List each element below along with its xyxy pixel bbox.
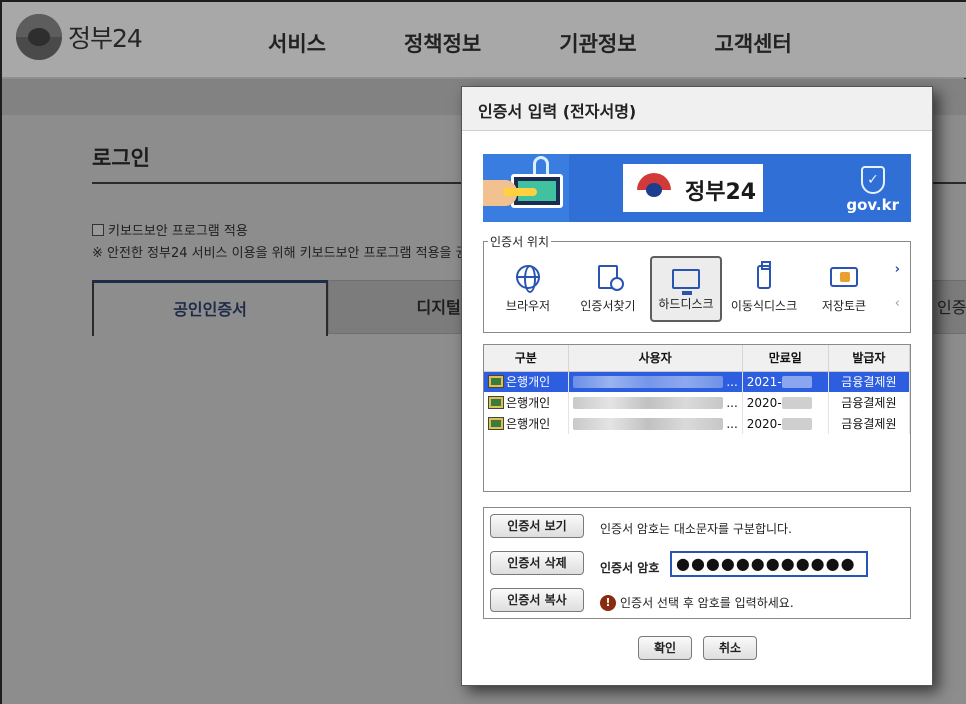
certificate-location-group: 인증서 위치 브라우저 인증서찾기 하드디스크 이동식디스크 저장토큰 › ‹ xyxy=(483,233,911,333)
next-arrow-icon[interactable]: › xyxy=(895,262,900,277)
redacted-user xyxy=(572,418,723,430)
banner-logo-text: 정부24 xyxy=(679,172,763,208)
password-warning: ! 인증서 선택 후 암호를 입력하세요. xyxy=(600,594,794,611)
nav-item-services[interactable]: 서비스 xyxy=(268,28,326,58)
ok-button[interactable]: 확인 xyxy=(638,636,692,660)
site-logo[interactable]: 정부24 xyxy=(16,14,143,60)
table-row[interactable]: 은행개인 ... 2021- 금융결제원 xyxy=(484,371,910,392)
location-legend: 인증서 위치 xyxy=(488,233,552,250)
redacted-date xyxy=(781,397,812,409)
location-label: 하드디스크 xyxy=(658,297,714,311)
location-label: 인증서찾기 xyxy=(580,299,636,313)
globe-icon xyxy=(516,265,540,293)
token-icon xyxy=(830,267,858,287)
location-hard-disk[interactable]: 하드디스크 xyxy=(650,256,722,322)
column-header-user[interactable]: 사용자 xyxy=(568,345,743,372)
redacted-user xyxy=(572,397,723,409)
checkbox-label: 키보드보안 프로그램 적용 xyxy=(108,224,248,239)
keyboard-security-checkbox[interactable]: 키보드보안 프로그램 적용 xyxy=(92,220,248,239)
taegeuk-icon xyxy=(637,173,671,207)
checkbox-box[interactable] xyxy=(92,223,104,236)
tab-other-auth[interactable]: 인증 xyxy=(930,280,966,334)
logo-text: 정부24 xyxy=(68,24,143,53)
location-label: 이동식디스크 xyxy=(730,299,798,313)
usb-icon xyxy=(757,261,771,289)
key-icon xyxy=(503,188,537,196)
shield-check-icon: ✓ xyxy=(861,166,885,194)
prev-arrow-icon[interactable]: ‹ xyxy=(895,296,900,311)
cert-search-icon xyxy=(598,265,624,291)
page-title: 로그인 xyxy=(92,146,150,170)
nav-item-support[interactable]: 고객센터 xyxy=(715,28,792,58)
gov24-banner: 정부24 ✓ gov.kr xyxy=(483,154,911,222)
lock-icon xyxy=(533,156,549,176)
location-security-token[interactable]: 저장토큰 xyxy=(806,256,882,322)
cancel-button[interactable]: 취소 xyxy=(703,636,757,660)
warning-text: 인증서 선택 후 암호를 입력하세요. xyxy=(620,596,794,610)
tab-certificate[interactable]: 공인인증서 xyxy=(92,280,328,336)
location-find-certificate[interactable]: 인증서찾기 xyxy=(570,256,646,322)
certificate-icon xyxy=(488,417,504,430)
column-header-type[interactable]: 구분 xyxy=(484,345,569,372)
redacted-date xyxy=(781,418,812,430)
copy-certificate-button[interactable]: 인증서 복사 xyxy=(490,588,584,612)
location-list: 브라우저 인증서찾기 하드디스크 이동식디스크 저장토큰 xyxy=(490,256,882,322)
redacted-date xyxy=(781,376,812,389)
certificate-dialog: 인증서 입력 (전자서명) 정부24 ✓ gov.kr 인증서 위치 브라우저 … xyxy=(461,86,933,686)
table-row[interactable]: 은행개인 ... 2020- 금융결제원 xyxy=(484,413,910,434)
keyboard-security-note: ※ 안전한 정부24 서비스 이용을 위해 키보드보안 프로그램 적용을 권 xyxy=(92,246,468,261)
site-header: 정부24 서비스 정책정보 기관정보 고객센터 xyxy=(2,2,966,78)
delete-certificate-button[interactable]: 인증서 삭제 xyxy=(490,551,584,575)
view-certificate-button[interactable]: 인증서 보기 xyxy=(490,514,584,538)
certificate-icon xyxy=(488,375,504,389)
banner-domain: gov.kr xyxy=(846,196,899,214)
location-label: 브라우저 xyxy=(505,299,551,313)
monitor-icon xyxy=(672,269,700,295)
redacted-user xyxy=(572,376,723,389)
main-nav: 서비스 정책정보 기관정보 고객센터 xyxy=(268,28,792,58)
certificate-icon xyxy=(488,396,504,409)
taegeuk-logo-icon xyxy=(16,14,62,60)
password-field[interactable]: ●●●●●●●●●●●● xyxy=(670,551,868,577)
password-case-note: 인증서 암호는 대소문자를 구분합니다. xyxy=(600,522,792,536)
location-removable-disk[interactable]: 이동식디스크 xyxy=(726,256,802,322)
nav-item-agency[interactable]: 기관정보 xyxy=(559,28,636,58)
nav-item-policy[interactable]: 정책정보 xyxy=(404,28,481,58)
password-group: 인증서 보기 인증서 삭제 인증서 복사 인증서 암호는 대소문자를 구분합니다… xyxy=(483,507,911,619)
password-label: 인증서 암호 xyxy=(600,561,660,575)
column-header-expiry[interactable]: 만료일 xyxy=(742,345,829,372)
banner-logo: 정부24 xyxy=(637,172,763,208)
dialog-title: 인증서 입력 (전자서명) xyxy=(462,87,932,131)
table-row[interactable]: 은행개인 ... 2020- 금융결제원 xyxy=(484,392,910,413)
location-browser[interactable]: 브라우저 xyxy=(490,256,566,322)
location-label: 저장토큰 xyxy=(821,299,867,313)
column-header-issuer[interactable]: 발급자 xyxy=(828,345,910,372)
banner-illustration xyxy=(483,154,569,222)
certificate-table: 구분 사용자 만료일 발급자 은행개인 ... 2021- 금융결제원 은행개인… xyxy=(483,344,911,492)
warning-icon: ! xyxy=(600,594,616,611)
